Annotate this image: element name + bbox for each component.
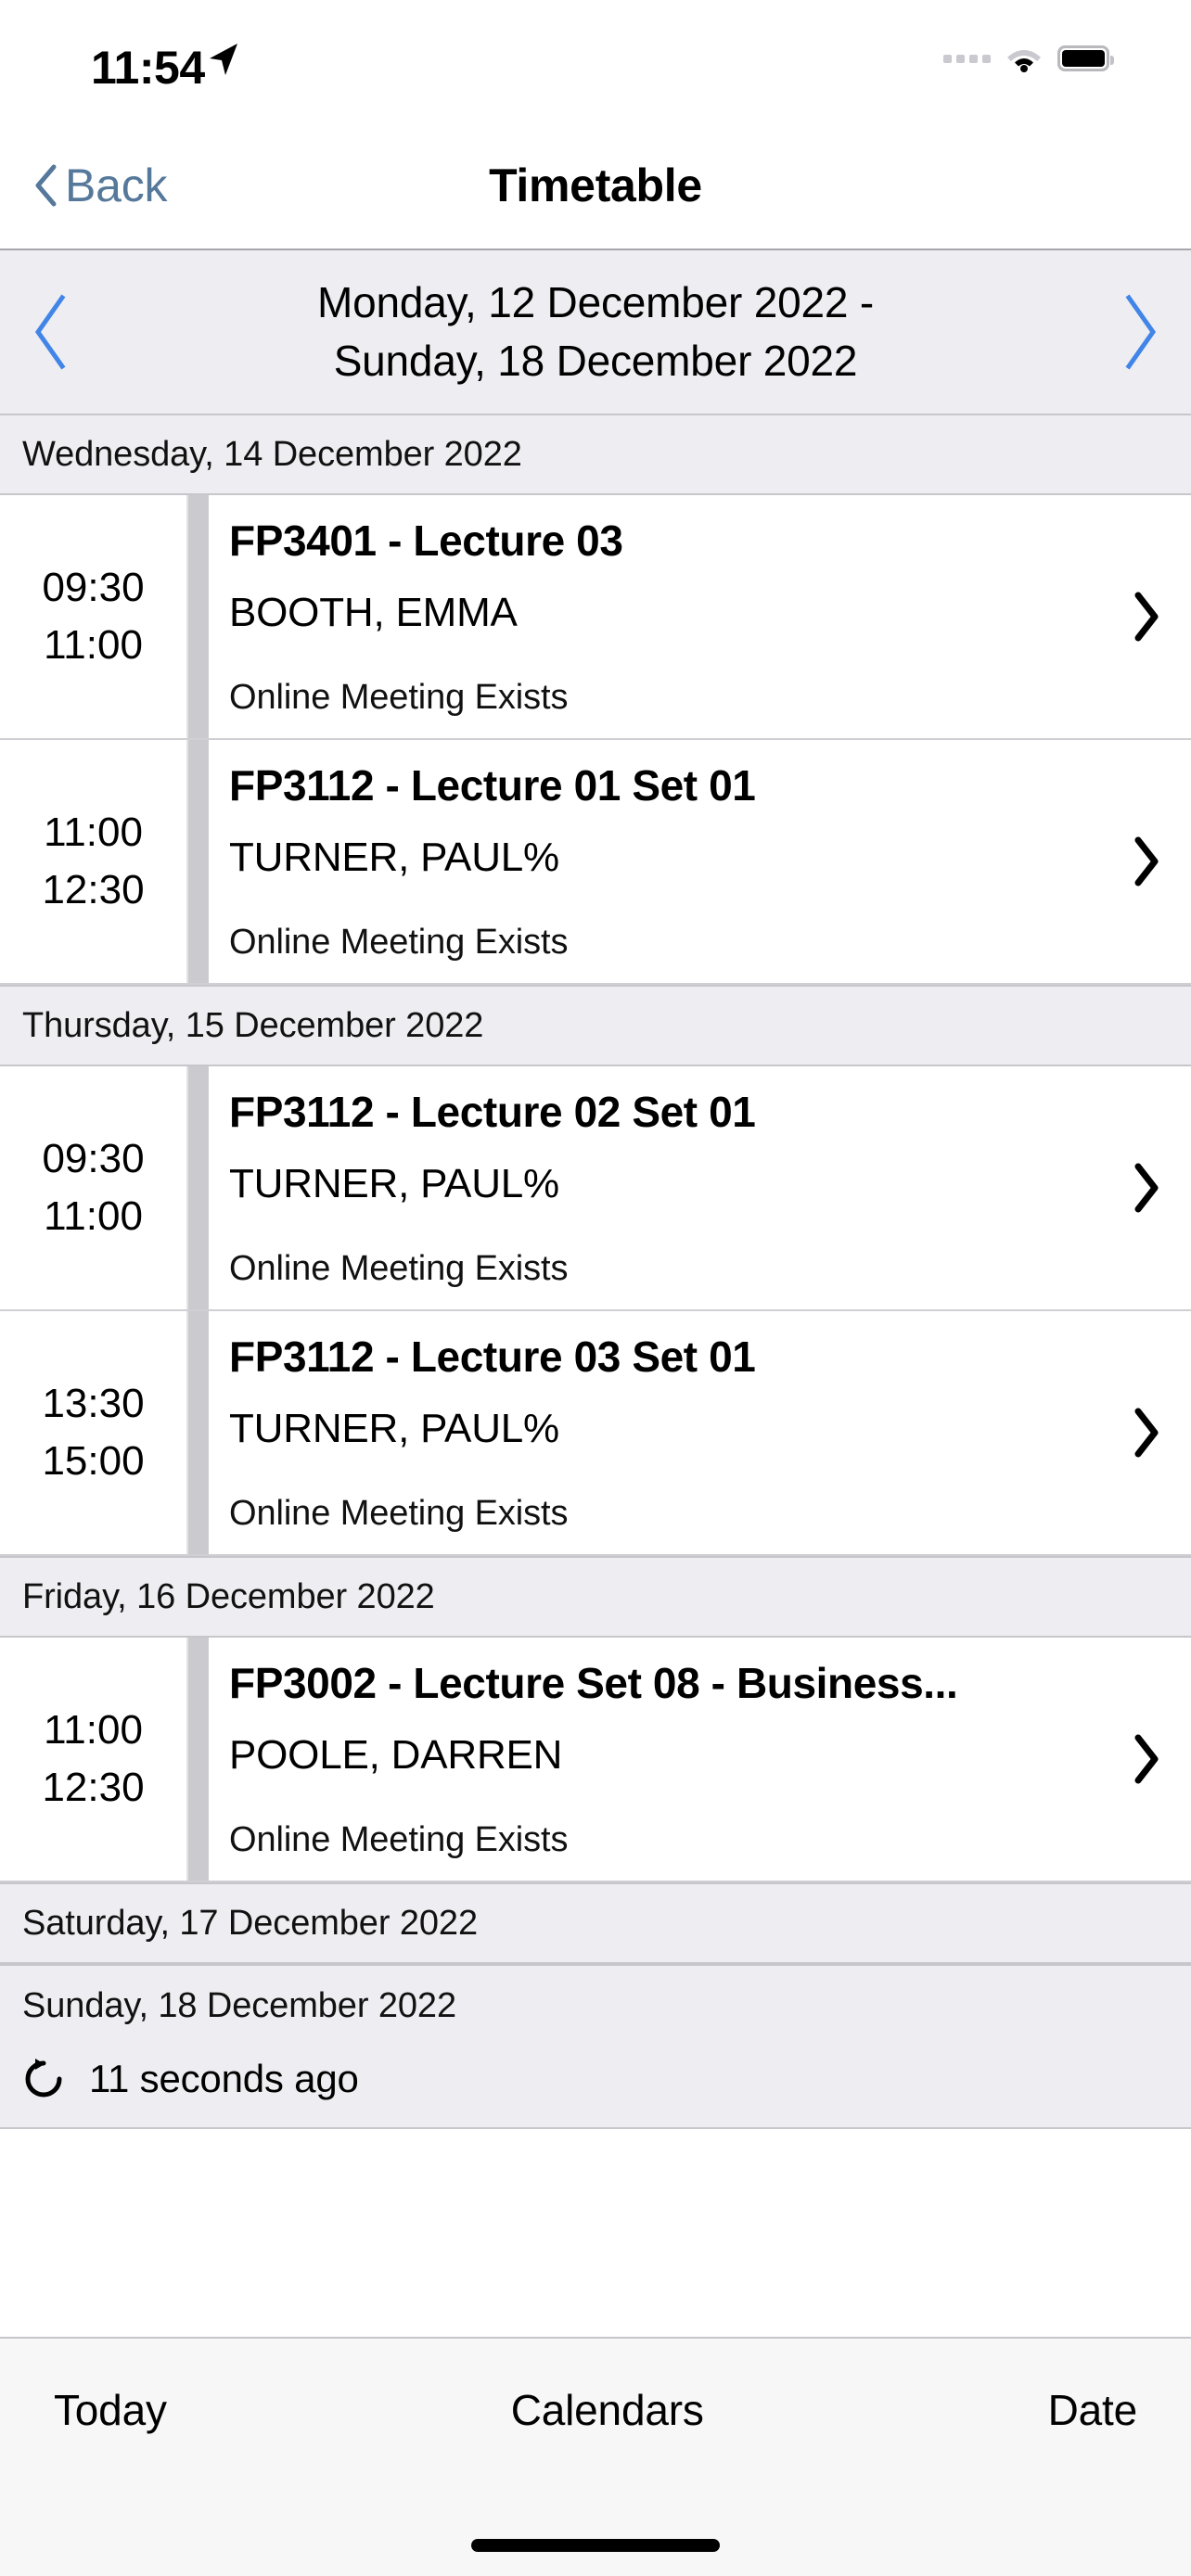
event-title: FP3112 - Lecture 01 Set 01 [229, 761, 756, 810]
event-start-time: 09:30 [42, 564, 145, 610]
event-lecturer: TURNER, PAUL% [229, 1406, 559, 1451]
event-end-time: 11:00 [44, 622, 143, 668]
event-title: FP3002 - Lecture Set 08 - Business... [229, 1659, 958, 1707]
chevron-right-icon [1134, 1734, 1159, 1784]
next-week-button[interactable] [1089, 292, 1191, 372]
day-section-header: Thursday, 15 December 2022 [0, 985, 1191, 1066]
event-spacer [229, 894, 1102, 923]
last-refreshed-label: 11 seconds ago [89, 2057, 359, 2100]
event-end-time: 12:30 [42, 867, 145, 912]
event-end-time: 11:00 [44, 1193, 143, 1239]
event-spacer [229, 1792, 1102, 1820]
status-bar: 11:54 [0, 0, 1191, 122]
event-color-stripe [188, 740, 209, 983]
event-lecturer: BOOTH, EMMA [229, 590, 518, 635]
event-row[interactable]: 11:00 12:30 FP3112 - Lecture 01 Set 01 T… [0, 740, 1191, 985]
event-disclosure-button[interactable] [1102, 1311, 1191, 1554]
chevron-right-icon [1134, 1163, 1159, 1213]
event-start-time: 11:00 [44, 1706, 143, 1753]
home-indicator [471, 2539, 720, 2552]
event-title: FP3112 - Lecture 02 Set 01 [229, 1088, 756, 1136]
timetable-list[interactable]: Wednesday, 14 December 2022 09:30 11:00 … [0, 414, 1191, 2337]
event-disclosure-button[interactable] [1102, 1638, 1191, 1881]
day-section-header: Wednesday, 14 December 2022 [0, 414, 1191, 495]
week-range-line-1: Monday, 12 December 2022 - [317, 277, 874, 326]
cellular-dots-icon [943, 54, 991, 63]
event-disclosure-button[interactable] [1102, 495, 1191, 738]
event-color-stripe [188, 1311, 209, 1554]
event-meta: Online Meeting Exists [229, 678, 569, 717]
event-time: 09:30 11:00 [0, 495, 188, 738]
last-refreshed-row[interactable]: 11 seconds ago [0, 2046, 1191, 2129]
event-details: FP3401 - Lecture 03 BOOTH, EMMA Online M… [209, 495, 1102, 738]
event-details: FP3112 - Lecture 01 Set 01 TURNER, PAUL%… [209, 740, 1102, 983]
event-time: 13:30 15:00 [0, 1311, 188, 1554]
event-time: 09:30 11:00 [0, 1066, 188, 1309]
timetable-screen: 11:54 Back Timetable Monday, 12 December… [0, 0, 1191, 2576]
calendars-button[interactable]: Calendars [167, 2385, 1048, 2435]
today-button[interactable]: Today [54, 2385, 167, 2435]
page-title: Timetable [489, 159, 702, 211]
day-section-header: Saturday, 17 December 2022 [0, 1882, 1191, 1964]
event-time: 11:00 12:30 [0, 740, 188, 983]
event-row[interactable]: 09:30 11:00 FP3112 - Lecture 02 Set 01 T… [0, 1066, 1191, 1311]
previous-week-button[interactable] [0, 292, 102, 372]
week-range-label: Monday, 12 December 2022 - Sunday, 18 De… [102, 274, 1089, 391]
event-start-time: 11:00 [44, 809, 143, 855]
event-disclosure-button[interactable] [1102, 1066, 1191, 1309]
event-spacer [229, 649, 1102, 678]
event-end-time: 15:00 [42, 1438, 145, 1484]
event-row[interactable]: 11:00 12:30 FP3002 - Lecture Set 08 - Bu… [0, 1638, 1191, 1882]
event-end-time: 12:30 [42, 1765, 145, 1810]
event-meta: Online Meeting Exists [229, 923, 569, 962]
event-meta: Online Meeting Exists [229, 1820, 569, 1859]
week-range-line-2: Sunday, 18 December 2022 [333, 337, 858, 385]
event-color-stripe [188, 1066, 209, 1309]
event-row[interactable]: 09:30 11:00 FP3401 - Lecture 03 BOOTH, E… [0, 495, 1191, 740]
event-details: FP3002 - Lecture Set 08 - Business... PO… [209, 1638, 1102, 1881]
event-start-time: 09:30 [42, 1135, 145, 1181]
event-meta: Online Meeting Exists [229, 1494, 569, 1533]
toolbar-items: Today Calendars Date [0, 2385, 1191, 2435]
battery-full-icon [1057, 45, 1114, 71]
event-spacer [229, 1220, 1102, 1249]
event-time: 11:00 12:30 [0, 1638, 188, 1881]
day-section-header: Friday, 16 December 2022 [0, 1556, 1191, 1638]
event-color-stripe [188, 495, 209, 738]
event-details: FP3112 - Lecture 03 Set 01 TURNER, PAUL%… [209, 1311, 1102, 1554]
event-row[interactable]: 13:30 15:00 FP3112 - Lecture 03 Set 01 T… [0, 1311, 1191, 1556]
chevron-right-icon [1134, 836, 1159, 886]
chevron-left-icon [34, 294, 66, 370]
event-details: FP3112 - Lecture 02 Set 01 TURNER, PAUL%… [209, 1066, 1102, 1309]
bottom-toolbar: Today Calendars Date [0, 2337, 1191, 2576]
date-button[interactable]: Date [1048, 2385, 1138, 2435]
chevron-right-icon [1134, 592, 1159, 642]
chevron-right-icon [1134, 1408, 1159, 1458]
event-spacer [229, 1465, 1102, 1494]
status-bar-indicators [943, 45, 1114, 72]
navigation-bar: Back Timetable [0, 122, 1191, 250]
week-range-picker: Monday, 12 December 2022 - Sunday, 18 De… [0, 250, 1191, 414]
refresh-icon [25, 2059, 62, 2098]
event-lecturer: TURNER, PAUL% [229, 835, 559, 880]
event-start-time: 13:30 [42, 1380, 145, 1426]
event-lecturer: POOLE, DARREN [229, 1732, 563, 1778]
location-arrow-icon [206, 41, 239, 78]
event-color-stripe [188, 1638, 209, 1881]
status-bar-time: 11:54 [91, 42, 205, 94]
day-section-header: Sunday, 18 December 2022 [0, 1964, 1191, 2046]
event-title: FP3112 - Lecture 03 Set 01 [229, 1333, 756, 1381]
event-title: FP3401 - Lecture 03 [229, 516, 623, 565]
event-disclosure-button[interactable] [1102, 740, 1191, 983]
event-lecturer: TURNER, PAUL% [229, 1161, 559, 1206]
wifi-icon [1007, 50, 1041, 72]
chevron-right-icon [1125, 294, 1157, 370]
event-meta: Online Meeting Exists [229, 1249, 569, 1288]
